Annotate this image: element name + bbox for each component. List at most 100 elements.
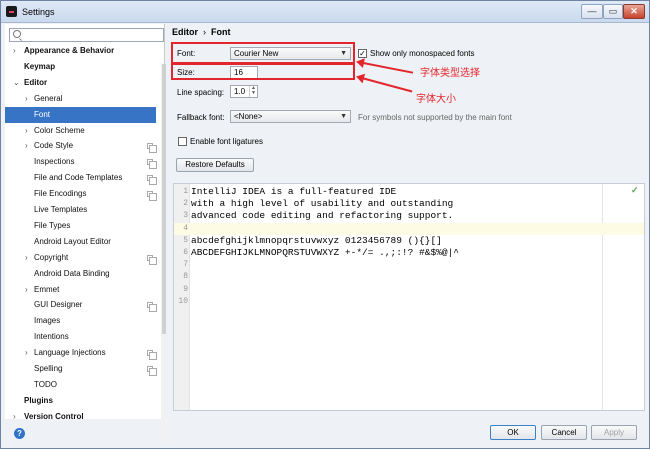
sidebar-item-images[interactable]: Images [5, 313, 156, 329]
ok-button[interactable]: OK [490, 425, 536, 440]
fallback-font-select[interactable]: <None> ▼ [230, 110, 351, 123]
settings-window: Settings — ▭ ✕ › Appearance & Behavior Key… [0, 0, 650, 449]
preview-line-text: abcdefghijklmnopqrstuvwxyz 0123456789 ()… [191, 234, 442, 246]
sidebar-item-font[interactable]: Font [5, 106, 156, 123]
preview-line-text: IntelliJ IDEA is a full-featured IDE [191, 186, 397, 197]
sidebar-item-copyright[interactable]: › Copyright [5, 250, 157, 266]
line-number: 8 [183, 272, 188, 282]
chevron-right-icon[interactable]: › [25, 138, 28, 154]
sidebar-item-live-templates[interactable]: Live Templates [5, 202, 156, 218]
project-scope-icon [147, 254, 157, 265]
restore-defaults-button[interactable]: Restore Defaults [176, 158, 254, 172]
chevron-right-icon[interactable]: › [25, 91, 28, 107]
sidebar-item-color-scheme[interactable]: › Color Scheme [5, 123, 156, 139]
sidebar-item-label: Live Templates [34, 205, 88, 214]
sidebar-item-appearance-behavior[interactable]: › Appearance & Behavior [5, 43, 156, 59]
check-icon: ✓ [631, 185, 639, 195]
project-scope-icon [147, 302, 157, 313]
sidebar-item-editor[interactable]: ⌄ Editor [5, 75, 156, 91]
line-number: 6 [183, 248, 188, 257]
cancel-button[interactable]: Cancel [541, 425, 587, 440]
breadcrumb-editor[interactable]: Editor [172, 27, 198, 37]
preview-line[interactable]: 7 [174, 259, 644, 271]
line-number: 9 [183, 284, 188, 294]
chevron-right-icon[interactable]: › [25, 345, 28, 361]
sidebar-item-label: Inspections [34, 157, 75, 167]
apply-button[interactable]: Apply [591, 425, 637, 440]
preview-line-text: advanced code editing and refactoring su… [191, 210, 454, 222]
preview-line[interactable]: 1 IntelliJ IDEA is a full-featured IDE [174, 186, 644, 198]
sidebar-item-label: Version Control [24, 411, 84, 421]
sidebar-item-file-encodings[interactable]: File Encodings [5, 186, 157, 202]
preview-line[interactable]: 4 [174, 222, 644, 235]
sidebar-item-gui-designer[interactable]: GUI Designer [5, 297, 157, 313]
monospaced-label[interactable]: Show only monospaced fonts [370, 49, 475, 58]
sidebar-item-version-control[interactable]: › Version Control [5, 409, 156, 425]
sidebar-item-emmet[interactable]: › Emmet [5, 282, 156, 298]
project-scope-icon [147, 350, 157, 361]
chevron-right-icon[interactable]: › [25, 123, 28, 139]
line-number: 4 [183, 223, 188, 233]
line-spacing-label: Line spacing: [177, 88, 225, 97]
help-icon[interactable]: ? [14, 428, 25, 439]
breadcrumb-separator: › [203, 27, 206, 37]
sidebar-item-label: Spelling [34, 364, 63, 373]
sidebar-item-android-layout-editor[interactable]: Android Layout Editor [5, 234, 156, 250]
sidebar-item-spelling[interactable]: Spelling [5, 361, 157, 377]
line-number: 10 [178, 296, 188, 306]
sidebar-item-general[interactable]: › General [5, 91, 156, 107]
search-input[interactable] [9, 28, 164, 42]
line-number: 2 [183, 199, 188, 209]
sidebar-item-label: Keymap [24, 61, 56, 71]
sidebar-item-language-injections[interactable]: › Language Injections [5, 345, 157, 361]
minimize-button[interactable]: — [581, 4, 603, 19]
sidebar-item-todo[interactable]: TODO [5, 377, 156, 393]
sidebar-item-file-and-code-templates[interactable]: File and Code Templates [5, 170, 157, 186]
maximize-button[interactable]: ▭ [603, 4, 623, 19]
sidebar-item-android-data-binding[interactable]: Android Data Binding [5, 266, 156, 282]
breadcrumb: Editor › Font [172, 27, 231, 37]
sidebar-item-label: Code Style [34, 141, 74, 151]
preview-line[interactable]: 10 [174, 296, 644, 308]
chevron-down-icon[interactable]: ⌄ [13, 75, 20, 91]
sidebar-item-label: Font [34, 109, 51, 119]
sidebar-item-intentions[interactable]: Intentions [5, 329, 156, 345]
line-number: 3 [183, 211, 188, 221]
preview-line-text: ABCDEFGHIJKLMNOPQRSTUVWXYZ +-*/= .,;:!? … [191, 247, 459, 258]
project-scope-icon [147, 191, 157, 202]
line-number: 5 [183, 235, 188, 245]
sidebar-item-label: File and Code Templates [34, 173, 123, 183]
preview-line[interactable]: 2 with a high level of usability and outs… [174, 198, 644, 210]
preview-line[interactable]: 8 [174, 271, 644, 283]
ligatures-label[interactable]: Enable font ligatures [190, 137, 263, 146]
sidebar-item-label: File Types [34, 220, 71, 230]
breadcrumb-font: Font [211, 27, 231, 37]
font-size-annotation: 字体大小 [416, 94, 456, 105]
chevron-right-icon[interactable]: › [13, 409, 16, 425]
line-number: 1 [183, 187, 188, 196]
close-button[interactable]: ✕ [623, 4, 645, 19]
chevron-right-icon[interactable]: › [25, 282, 28, 298]
spinner-icon[interactable]: ▲ ▼ [249, 86, 257, 97]
preview-line[interactable]: 9 [174, 284, 644, 296]
sidebar-item-label: General [34, 93, 63, 103]
fallback-font-value: <None> [234, 112, 263, 121]
preview-line[interactable]: 6 ABCDEFGHIJKLMNOPQRSTUVWXYZ +-*/= .,;:!?… [174, 247, 644, 259]
font-type-annotation: 字体类型选择 [420, 68, 480, 79]
sidebar-item-file-types[interactable]: File Types [5, 218, 156, 234]
chevron-right-icon[interactable]: › [25, 250, 28, 266]
sidebar-item-inspections[interactable]: Inspections [5, 154, 157, 170]
sidebar-item-plugins[interactable]: Plugins [5, 393, 156, 409]
sidebar-item-keymap[interactable]: Keymap [5, 59, 156, 75]
size-highlight-box [171, 63, 355, 80]
font-preview-editor[interactable]: 1 IntelliJ IDEA is a full-featured IDE 2 wi… [173, 183, 645, 411]
line-spacing-input[interactable]: 1.0 ▲ ▼ [230, 85, 258, 98]
preview-line[interactable]: 3 advanced code editing and refactoring s… [174, 210, 644, 222]
preview-line[interactable]: 5 abcdefghijklmnopqrstuvwxyz 0123456789 (… [174, 235, 644, 247]
project-scope-icon [147, 159, 157, 170]
sidebar-item-code-style[interactable]: › Code Style [5, 138, 157, 154]
fallback-font-hint: For symbols not supported by the main fo… [358, 113, 512, 122]
chevron-right-icon[interactable]: › [13, 43, 16, 59]
sidebar-item-label: Appearance & Behavior [24, 46, 115, 55]
ligatures-checkbox[interactable] [178, 137, 187, 146]
